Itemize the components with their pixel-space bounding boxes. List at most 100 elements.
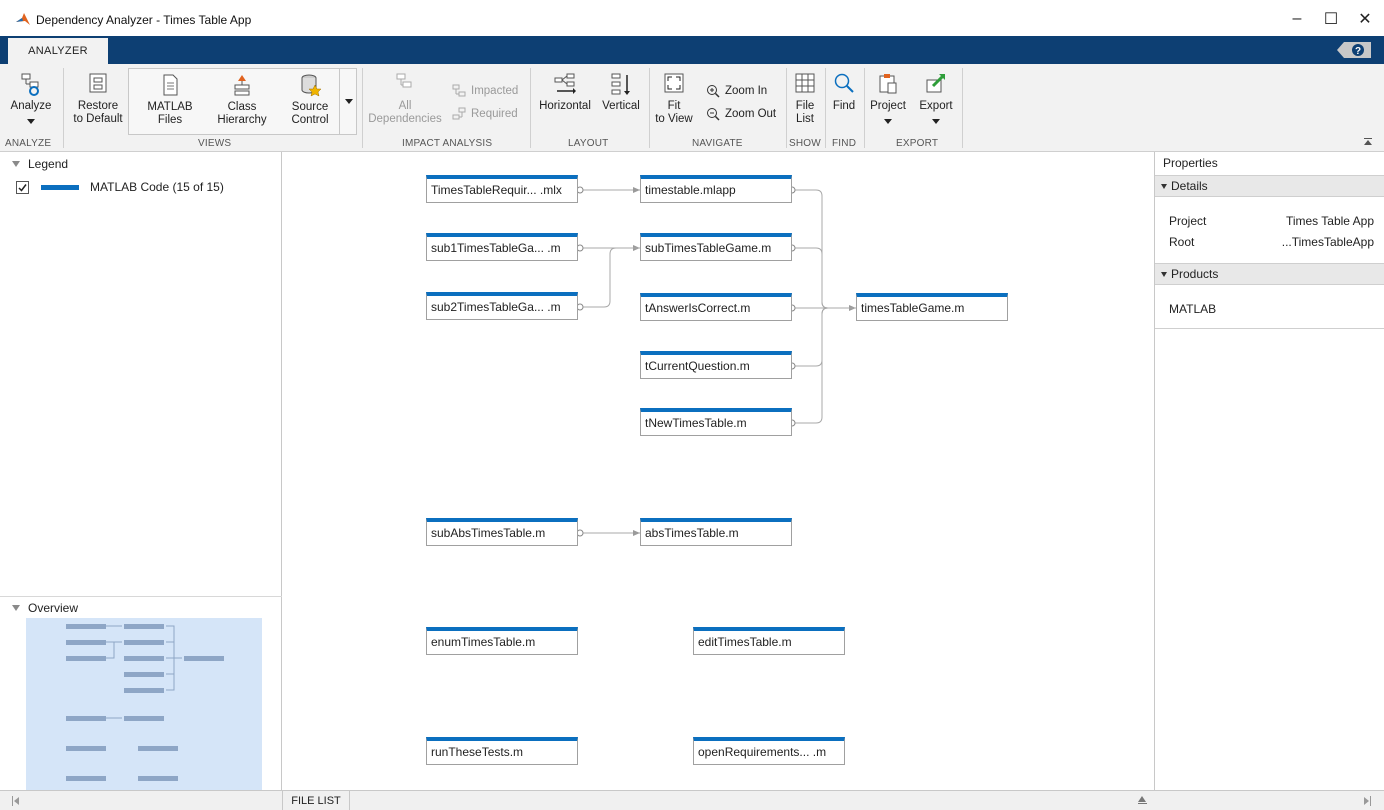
graph-node-subtimestablegame[interactable]: subTimesTableGame.m [640,233,792,261]
graph-node-abstimestable[interactable]: absTimesTable.m [640,518,792,546]
graph-node-enumtimestable[interactable]: enumTimesTable.m [426,627,578,655]
overview-node [66,640,106,645]
tab-analyzer[interactable]: ANALYZER [8,38,108,64]
node-label: sub2TimesTableGa... .m [431,300,561,314]
fit-label-line1: Fit [667,100,681,112]
graph-node-runthesetests[interactable]: runTheseTests.m [426,737,578,765]
minimize-button[interactable]: – [1282,8,1312,30]
graph-node-tcurrentquestion[interactable]: tCurrentQuestion.m [640,351,792,379]
ribbon-toolbar: Analyze ANALYZE Restore to Default MATLA… [0,64,1384,152]
divider [63,68,64,148]
node-label: timesTableGame.m [861,301,965,315]
products-section-header[interactable]: Products [1155,263,1384,285]
graph-node-subabstimestable[interactable]: subAbsTimesTable.m [426,518,578,546]
source-control-label-line1: Source [291,101,329,113]
analyze-button[interactable]: Analyze [8,72,54,124]
views-gallery-more-button[interactable] [339,68,358,135]
collapse-ribbon-icon[interactable] [1364,138,1372,146]
legend-label: MATLAB Code (15 of 15) [90,180,224,194]
properties-pane: Properties Details Project Times Table A… [1154,152,1384,790]
divider [362,68,363,148]
collapse-triangle-icon [1161,183,1167,189]
matlab-files-label-line1: MATLAB [147,101,193,113]
legend-color-swatch [41,184,79,190]
analyze-label: Analyze [10,100,52,112]
class-hierarchy-view-button[interactable]: Class Hierarchy [207,73,277,127]
overview-node [66,624,106,629]
overview-minimap[interactable] [26,618,262,790]
scroll-end-icon[interactable] [1364,796,1372,806]
divider [1155,328,1384,329]
fit-to-view-icon [664,73,684,93]
title-bar: Dependency Analyzer - Times Table App – … [0,0,1384,36]
close-button[interactable]: ✕ [1350,8,1380,30]
required-icon [452,107,466,120]
maximize-button[interactable]: ☐ [1316,8,1346,30]
node-label: tAnswerIsCorrect.m [645,301,751,315]
section-label-layout: LAYOUT [568,138,609,149]
graph-node-tansweriscorrect[interactable]: tAnswerIsCorrect.m [640,293,792,321]
zoom-in-label: Zoom In [725,85,768,97]
divider [864,68,865,148]
file-list-tab[interactable]: FILE LIST [282,791,350,810]
class-hierarchy-label-line2: Hierarchy [217,114,267,126]
matlab-files-view-button[interactable]: MATLAB Files [137,73,203,127]
file-list-button[interactable]: File List [788,72,822,126]
divider [786,68,787,148]
vertical-label: Vertical [602,100,640,112]
legend-checkbox[interactable] [16,180,29,194]
graph-node-timestablegame[interactable]: timesTableGame.m [856,293,1008,321]
details-section-header[interactable]: Details [1155,175,1384,197]
dependency-graph-canvas[interactable]: TimesTableRequir... .mlx sub1TimesTableG… [282,152,1154,790]
graph-node-sub1timestablegame[interactable]: sub1TimesTableGa... .m [426,233,578,261]
graph-node-sub2timestablegame[interactable]: sub2TimesTableGa... .m [426,292,578,320]
zoom-in-button[interactable]: Zoom In [706,84,767,98]
impacted-button[interactable]: Impacted [452,84,518,98]
fit-to-view-button[interactable]: Fit to View [652,72,696,126]
node-label: tCurrentQuestion.m [645,359,750,373]
file-icon [163,74,178,96]
graph-node-timestable-mlapp[interactable]: timestable.mlapp [640,175,792,203]
database-icon [301,74,321,97]
legend-header[interactable]: Legend [0,154,282,174]
all-dependencies-button[interactable]: All Dependencies [366,72,444,126]
required-button[interactable]: Required [452,107,518,121]
horizontal-layout-button[interactable]: Horizontal [534,72,596,113]
project-export-button[interactable]: Project [868,72,908,124]
expand-panel-icon[interactable] [1138,796,1147,806]
divider [649,68,650,148]
graph-node-timestablerequirements[interactable]: TimesTableRequir... .mlx [426,175,578,203]
source-control-view-button[interactable]: Source Control [277,73,343,127]
help-button[interactable]: ? [1336,41,1372,59]
node-label: subTimesTableGame.m [645,241,772,255]
zoom-out-button[interactable]: Zoom Out [706,107,776,121]
find-button[interactable]: Find [828,72,860,113]
overview-node [124,640,164,645]
overview-header[interactable]: Overview [0,598,282,618]
vertical-layout-button[interactable]: Vertical [598,72,644,113]
node-label: tNewTimesTable.m [645,416,747,430]
chevron-down-icon [345,99,353,104]
graph-node-tnewtimestable[interactable]: tNewTimesTable.m [640,408,792,436]
overview-node [66,746,106,751]
restore-label-line2: to Default [73,113,123,125]
section-label-find: FIND [832,138,857,149]
graph-node-openrequirements[interactable]: openRequirements... .m [693,737,845,765]
legend-item: MATLAB Code (15 of 15) [16,180,224,194]
overview-node [138,776,178,781]
export-button[interactable]: Export [914,72,958,124]
section-label-analyze: ANALYZE [5,138,52,149]
overview-node [66,776,106,781]
left-pane: Legend MATLAB Code (15 of 15) Overview [0,152,282,790]
scroll-start-icon[interactable] [12,796,20,806]
impacted-icon [452,84,466,97]
graph-node-edittimestable[interactable]: editTimesTable.m [693,627,845,655]
overview-node [184,656,224,661]
ribbon-tab-strip: ANALYZER ? [0,36,1384,64]
overview-node [124,716,164,721]
source-control-label-line2: Control [291,114,329,126]
chevron-down-icon [27,119,35,124]
horizontal-label: Horizontal [539,100,591,112]
restore-icon [89,73,107,93]
restore-to-default-button[interactable]: Restore to Default [70,72,126,126]
